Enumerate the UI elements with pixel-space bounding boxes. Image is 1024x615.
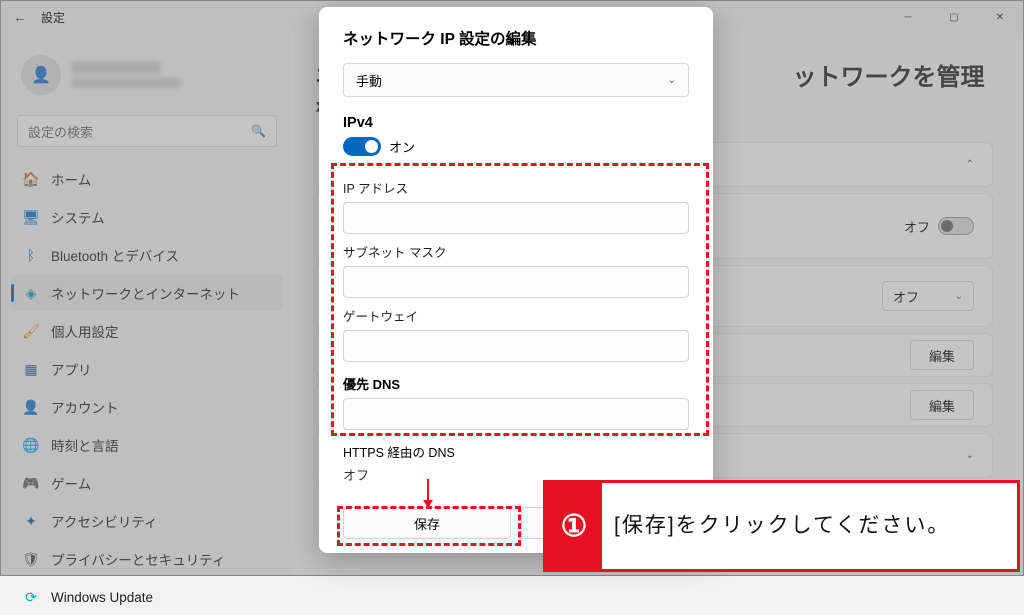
chevron-up-icon: ⌃ <box>966 159 974 170</box>
sidebar-item-accessibility[interactable]: ✦アクセシビリティ <box>11 503 283 539</box>
back-icon[interactable]: ← <box>13 9 27 25</box>
preferred-dns-input[interactable] <box>343 398 689 430</box>
ip-label: IP アドレス <box>343 178 689 197</box>
globe-icon: 🌐 <box>23 437 39 453</box>
ip-settings-dialog: ネットワーク IP 設定の編集 手動 ⌄ IPv4 オン IP アドレス サブネ… <box>319 7 713 553</box>
minimize-button[interactable]: ─ <box>885 1 931 33</box>
sidebar-item-account[interactable]: 👤アカウント <box>11 389 283 425</box>
accessibility-icon: ✦ <box>23 513 39 529</box>
profile-name-redacted <box>71 62 161 74</box>
callout-text: [保存]をクリックしてください。 <box>602 483 1017 569</box>
subnet-mask-input[interactable] <box>343 266 689 298</box>
chevron-down-icon: ⌄ <box>955 291 963 302</box>
window-title: 設定 <box>41 9 65 26</box>
sidebar-item-privacy[interactable]: 🛡プライバシーとセキュリティ <box>11 541 283 577</box>
ipv4-toggle-label: オン <box>389 137 415 156</box>
sidebar-item-windows-update[interactable]: ⟳Windows Update <box>11 579 283 615</box>
search-icon: 🔍 <box>251 124 266 138</box>
dialog-title: ネットワーク IP 設定の編集 <box>343 27 689 49</box>
person-icon: 👤 <box>23 399 39 415</box>
apps-icon: ▦ <box>23 361 39 377</box>
sidebar: 👤 設定の検索 🔍 🏠ホーム 🖥システム ᛒBluetooth とデバイス ◈ネ… <box>1 33 291 575</box>
nav-list: 🏠ホーム 🖥システム ᛒBluetooth とデバイス ◈ネットワークとインター… <box>11 161 283 615</box>
sidebar-item-game[interactable]: 🎮ゲーム <box>11 465 283 501</box>
subnet-label: サブネット マスク <box>343 242 689 261</box>
maximize-button[interactable]: ▢ <box>931 1 977 33</box>
avatar-icon: 👤 <box>21 55 61 95</box>
edit-button-1[interactable]: 編集 <box>910 340 974 370</box>
update-icon: ⟳ <box>23 589 39 605</box>
ipv4-heading: IPv4 <box>343 115 689 131</box>
search-input[interactable]: 設定の検索 🔍 <box>17 115 277 147</box>
sidebar-item-home[interactable]: 🏠ホーム <box>11 161 283 197</box>
gamepad-icon: 🎮 <box>23 475 39 491</box>
system-icon: 🖥 <box>23 209 39 225</box>
edit-button-2[interactable]: 編集 <box>910 390 974 420</box>
search-placeholder: 設定の検索 <box>28 122 93 141</box>
annotation-arrow <box>427 479 429 507</box>
gateway-input[interactable] <box>343 330 689 362</box>
instruction-callout: ① [保存]をクリックしてください。 <box>543 480 1020 572</box>
network-icon: ◈ <box>23 285 39 301</box>
toggle-off[interactable] <box>938 217 974 235</box>
sidebar-item-bluetooth[interactable]: ᛒBluetooth とデバイス <box>11 237 283 273</box>
dns-label: 優先 DNS <box>343 374 689 393</box>
sidebar-item-system[interactable]: 🖥システム <box>11 199 283 235</box>
brush-icon: 🖌 <box>23 323 39 339</box>
chevron-down-icon: ⌄ <box>668 75 676 86</box>
bluetooth-icon: ᛒ <box>23 247 39 263</box>
sidebar-item-network[interactable]: ◈ネットワークとインターネット <box>11 275 283 311</box>
shield-icon: 🛡 <box>23 551 39 567</box>
dropdown-off[interactable]: オフ ⌄ <box>882 281 974 311</box>
callout-number: ① <box>546 483 602 569</box>
home-icon: 🏠 <box>23 171 39 187</box>
profile-block[interactable]: 👤 <box>11 45 283 111</box>
sidebar-item-time[interactable]: 🌐時刻と言語 <box>11 427 283 463</box>
sidebar-item-apps[interactable]: ▦アプリ <box>11 351 283 387</box>
close-button[interactable]: ✕ <box>977 1 1023 33</box>
sidebar-item-personalization[interactable]: 🖌個人用設定 <box>11 313 283 349</box>
mode-dropdown[interactable]: 手動 ⌄ <box>343 63 689 97</box>
https-dns-label: HTTPS 経由の DNS <box>343 442 689 461</box>
save-button[interactable]: 保存 <box>343 507 511 539</box>
ip-address-input[interactable] <box>343 202 689 234</box>
gateway-label: ゲートウェイ <box>343 306 689 325</box>
settings-window: ← 設定 ─ ▢ ✕ 👤 設定の検索 🔍 🏠ホーム 🖥シス <box>0 0 1024 576</box>
ipv4-toggle[interactable] <box>343 137 381 156</box>
profile-email-redacted <box>71 78 181 88</box>
chevron-down-icon: ⌄ <box>966 450 974 461</box>
